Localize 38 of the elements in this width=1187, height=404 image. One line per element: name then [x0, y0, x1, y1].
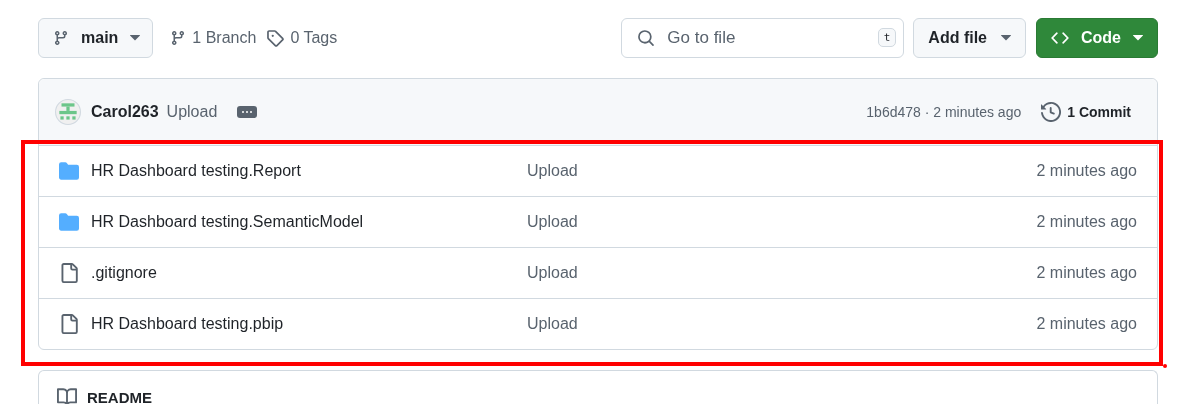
folder-icon — [59, 212, 79, 232]
tags-link[interactable]: 0 Tags — [266, 29, 338, 47]
branch-selector[interactable]: main — [38, 18, 154, 58]
history-icon — [1041, 102, 1062, 122]
file-icon — [59, 314, 79, 334]
search-icon — [637, 29, 656, 47]
file-icon — [59, 263, 79, 283]
ellipsis-button[interactable] — [237, 106, 258, 118]
file-time: 2 minutes ago — [1036, 264, 1137, 282]
caret-icon — [1133, 35, 1143, 41]
readme-title: README — [87, 388, 152, 404]
file-name-link[interactable]: HR Dashboard testing.SemanticModel — [91, 213, 364, 231]
commit-message-link[interactable]: Upload — [527, 264, 1037, 282]
annotation-dot — [1163, 364, 1167, 368]
branches-link[interactable]: 1 Branch — [170, 29, 257, 47]
branch-icon — [53, 30, 69, 46]
caret-icon — [1001, 35, 1011, 41]
commit-message-link[interactable]: Upload — [527, 162, 1037, 180]
caret-icon — [130, 35, 141, 41]
code-icon — [1051, 29, 1069, 47]
file-name-link[interactable]: HR Dashboard testing.Report — [91, 162, 301, 180]
file-time: 2 minutes ago — [1036, 315, 1137, 333]
commit-message: Upload — [166, 103, 218, 121]
author-link[interactable]: Carol263 — [91, 103, 159, 121]
commit-message-link[interactable]: Upload — [527, 315, 1037, 333]
commit-hash-time: 1b6d478 · 2 minutes ago — [866, 104, 1022, 120]
file-name-link[interactable]: HR Dashboard testing.pbip — [91, 315, 284, 333]
commits-link[interactable]: 1 Commit — [1041, 102, 1131, 122]
book-icon — [57, 387, 77, 404]
folder-icon — [59, 161, 79, 181]
file-time: 2 minutes ago — [1036, 162, 1137, 180]
file-name-link[interactable]: .gitignore — [91, 264, 157, 282]
commit-message-link[interactable]: Upload — [527, 213, 1037, 231]
branch-icon — [170, 30, 187, 46]
tag-icon — [266, 29, 285, 47]
code-button[interactable]: Code — [1036, 18, 1158, 58]
file-time: 2 minutes ago — [1036, 213, 1137, 231]
add-file-button[interactable]: Add file — [913, 18, 1026, 58]
